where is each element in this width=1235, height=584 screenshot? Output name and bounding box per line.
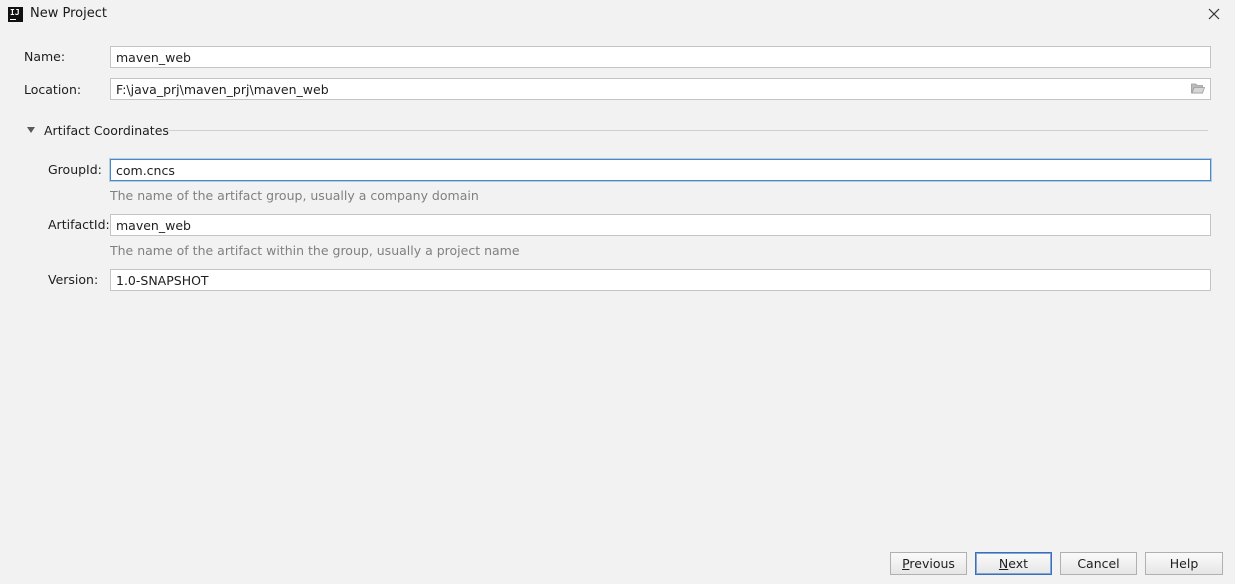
help-button[interactable]: Help <box>1145 552 1223 575</box>
artifactid-input[interactable] <box>110 214 1211 236</box>
previous-button[interactable]: Previous <box>890 552 967 575</box>
groupid-input[interactable] <box>110 159 1211 181</box>
section-divider <box>166 130 1208 131</box>
version-label: Version: <box>48 272 99 287</box>
location-label: Location: <box>24 82 82 97</box>
close-icon[interactable] <box>1207 7 1221 21</box>
name-label: Name: <box>24 49 66 64</box>
name-input[interactable] <box>110 46 1211 68</box>
location-field-wrapper <box>110 78 1211 100</box>
groupid-label: GroupId: <box>48 162 102 177</box>
folder-icon[interactable] <box>1191 82 1206 94</box>
groupid-hint: The name of the artifact group, usually … <box>110 188 479 203</box>
next-button[interactable]: Next <box>975 552 1052 575</box>
location-input[interactable] <box>110 78 1211 100</box>
app-icon-text: IJ <box>10 8 20 17</box>
window-title: New Project <box>30 6 107 21</box>
new-project-dialog: IJ New Project Name: Location: Artifact … <box>0 0 1235 584</box>
triangle-down-icon[interactable] <box>27 127 35 133</box>
intellij-idea-icon: IJ <box>8 7 23 22</box>
artifact-coordinates-toggle[interactable]: Artifact Coordinates <box>44 123 169 138</box>
cancel-button[interactable]: Cancel <box>1060 552 1137 575</box>
artifactid-label: ArtifactId: <box>48 217 110 232</box>
artifactid-hint: The name of the artifact within the grou… <box>110 243 520 258</box>
title-bar: IJ New Project <box>0 0 1235 30</box>
version-input[interactable] <box>110 269 1211 291</box>
